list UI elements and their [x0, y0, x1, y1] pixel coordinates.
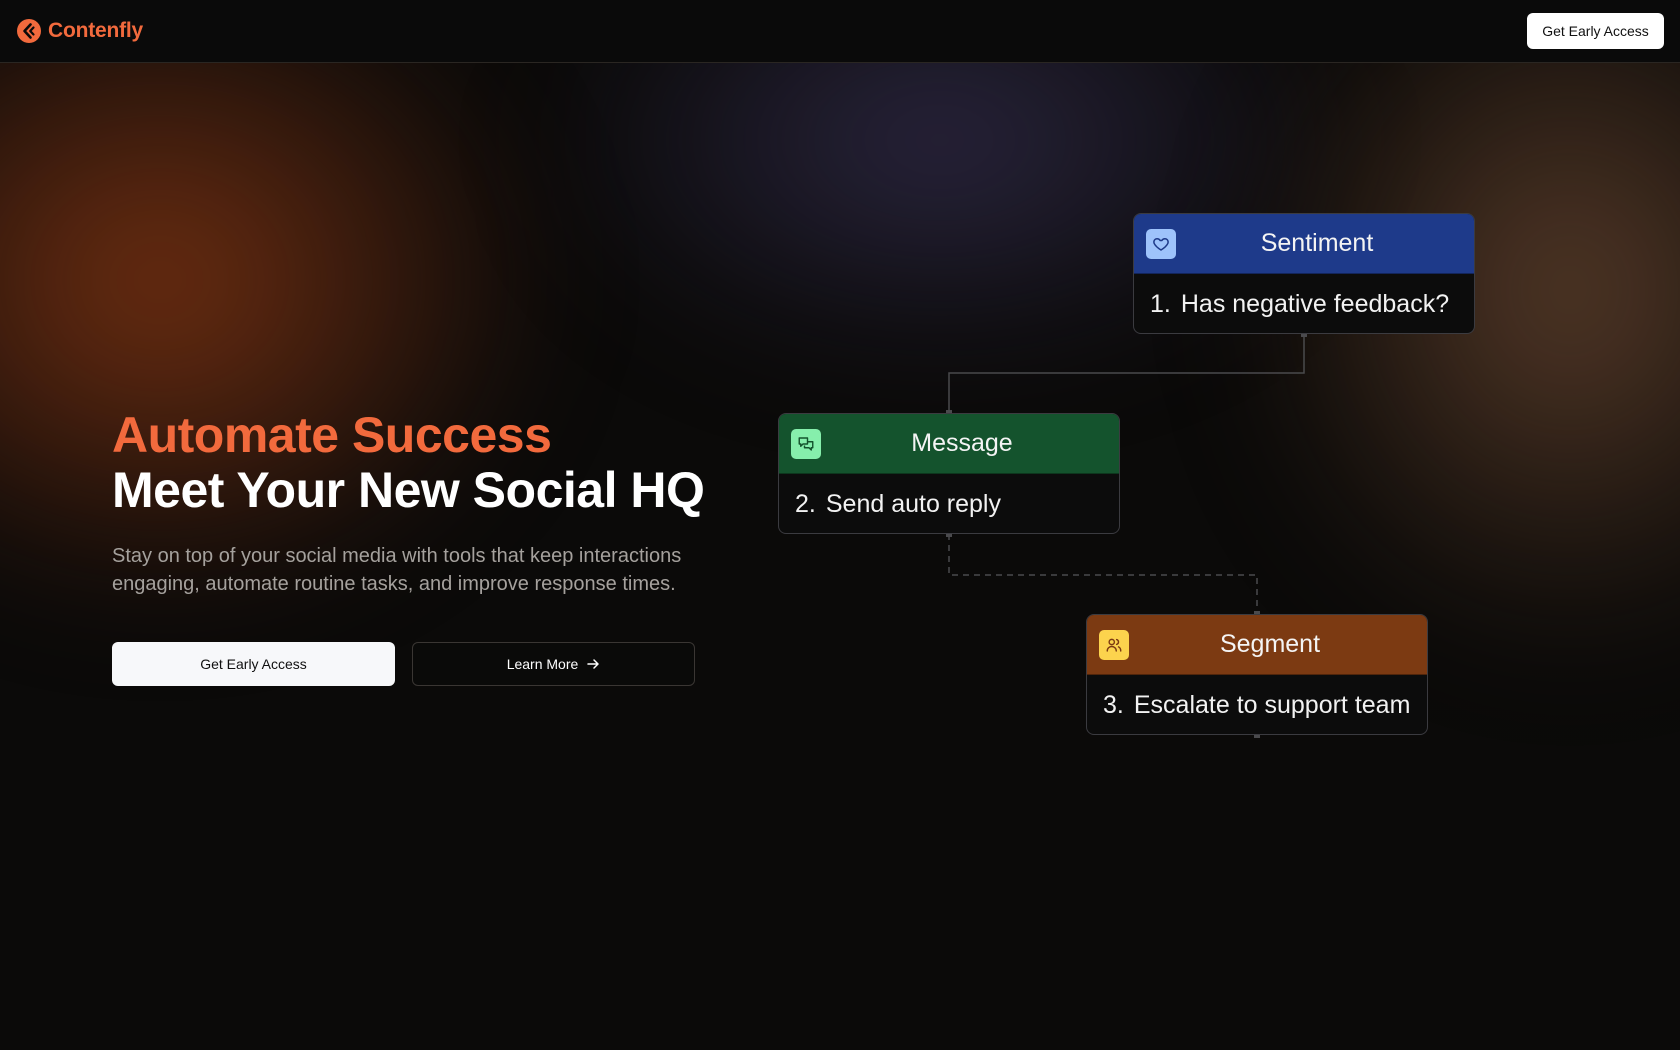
flow-node-message[interactable]: Message 2. Send auto reply [778, 413, 1120, 534]
flow-step-number: 3. [1103, 690, 1124, 719]
hero-actions: Get Early Access Learn More [112, 642, 695, 686]
arrow-right-icon [587, 659, 600, 669]
flow-node-sentiment[interactable]: Sentiment 1. Has negative feedback? [1133, 213, 1475, 334]
flow-node-header: Segment [1087, 615, 1427, 675]
flow-node-title: Sentiment [1260, 229, 1374, 257]
flow-step-label: Has negative feedback? [1180, 289, 1450, 318]
hero-section: Automate Success Meet Your New Social HQ… [112, 407, 732, 686]
flow-step-number: 2. [795, 489, 816, 518]
get-early-access-button[interactable]: Get Early Access [112, 642, 395, 686]
nav-get-early-access-button[interactable]: Get Early Access [1527, 13, 1664, 49]
flow-node-body: 2. Send auto reply [779, 474, 1119, 533]
flow-step-label: Send auto reply [825, 489, 1001, 518]
chat-bubbles-icon [791, 429, 821, 459]
flow-node-header: Sentiment [1134, 214, 1474, 274]
hero-subtitle: Stay on top of your social media with to… [112, 545, 682, 595]
brand-logo-link[interactable]: Contenfly [16, 18, 143, 44]
flow-step-label: Escalate to support team [1133, 690, 1411, 719]
flow-node-body: 1. Has negative feedback? [1134, 274, 1474, 333]
connector-message-segment [948, 534, 1258, 614]
flow-node-title: Message [911, 429, 1013, 457]
flow-node-segment[interactable]: Segment 3. Escalate to support team [1086, 614, 1428, 735]
brand-name: Contenfly [48, 19, 144, 42]
flow-node-title: Segment [1219, 630, 1321, 658]
flow-node-body: 3. Escalate to support team [1087, 675, 1427, 734]
heart-icon [1146, 229, 1176, 259]
hero-title-highlight: Automate Success [112, 407, 552, 463]
background-fade [0, 640, 1680, 1050]
hero-title-main: Meet Your New Social HQ [112, 462, 705, 518]
users-icon [1099, 630, 1129, 660]
flow-node-header: Message [779, 414, 1119, 474]
page: Contenfly Get Early Access Automate Succ… [0, 0, 1680, 1050]
contenfly-logo-icon [17, 19, 41, 43]
connector-sentiment-message [948, 334, 1305, 413]
top-nav: Contenfly Get Early Access [0, 0, 1680, 63]
learn-more-label: Learn More [506, 656, 579, 672]
flow-step-number: 1. [1150, 289, 1171, 318]
learn-more-button[interactable]: Learn More [412, 642, 695, 686]
